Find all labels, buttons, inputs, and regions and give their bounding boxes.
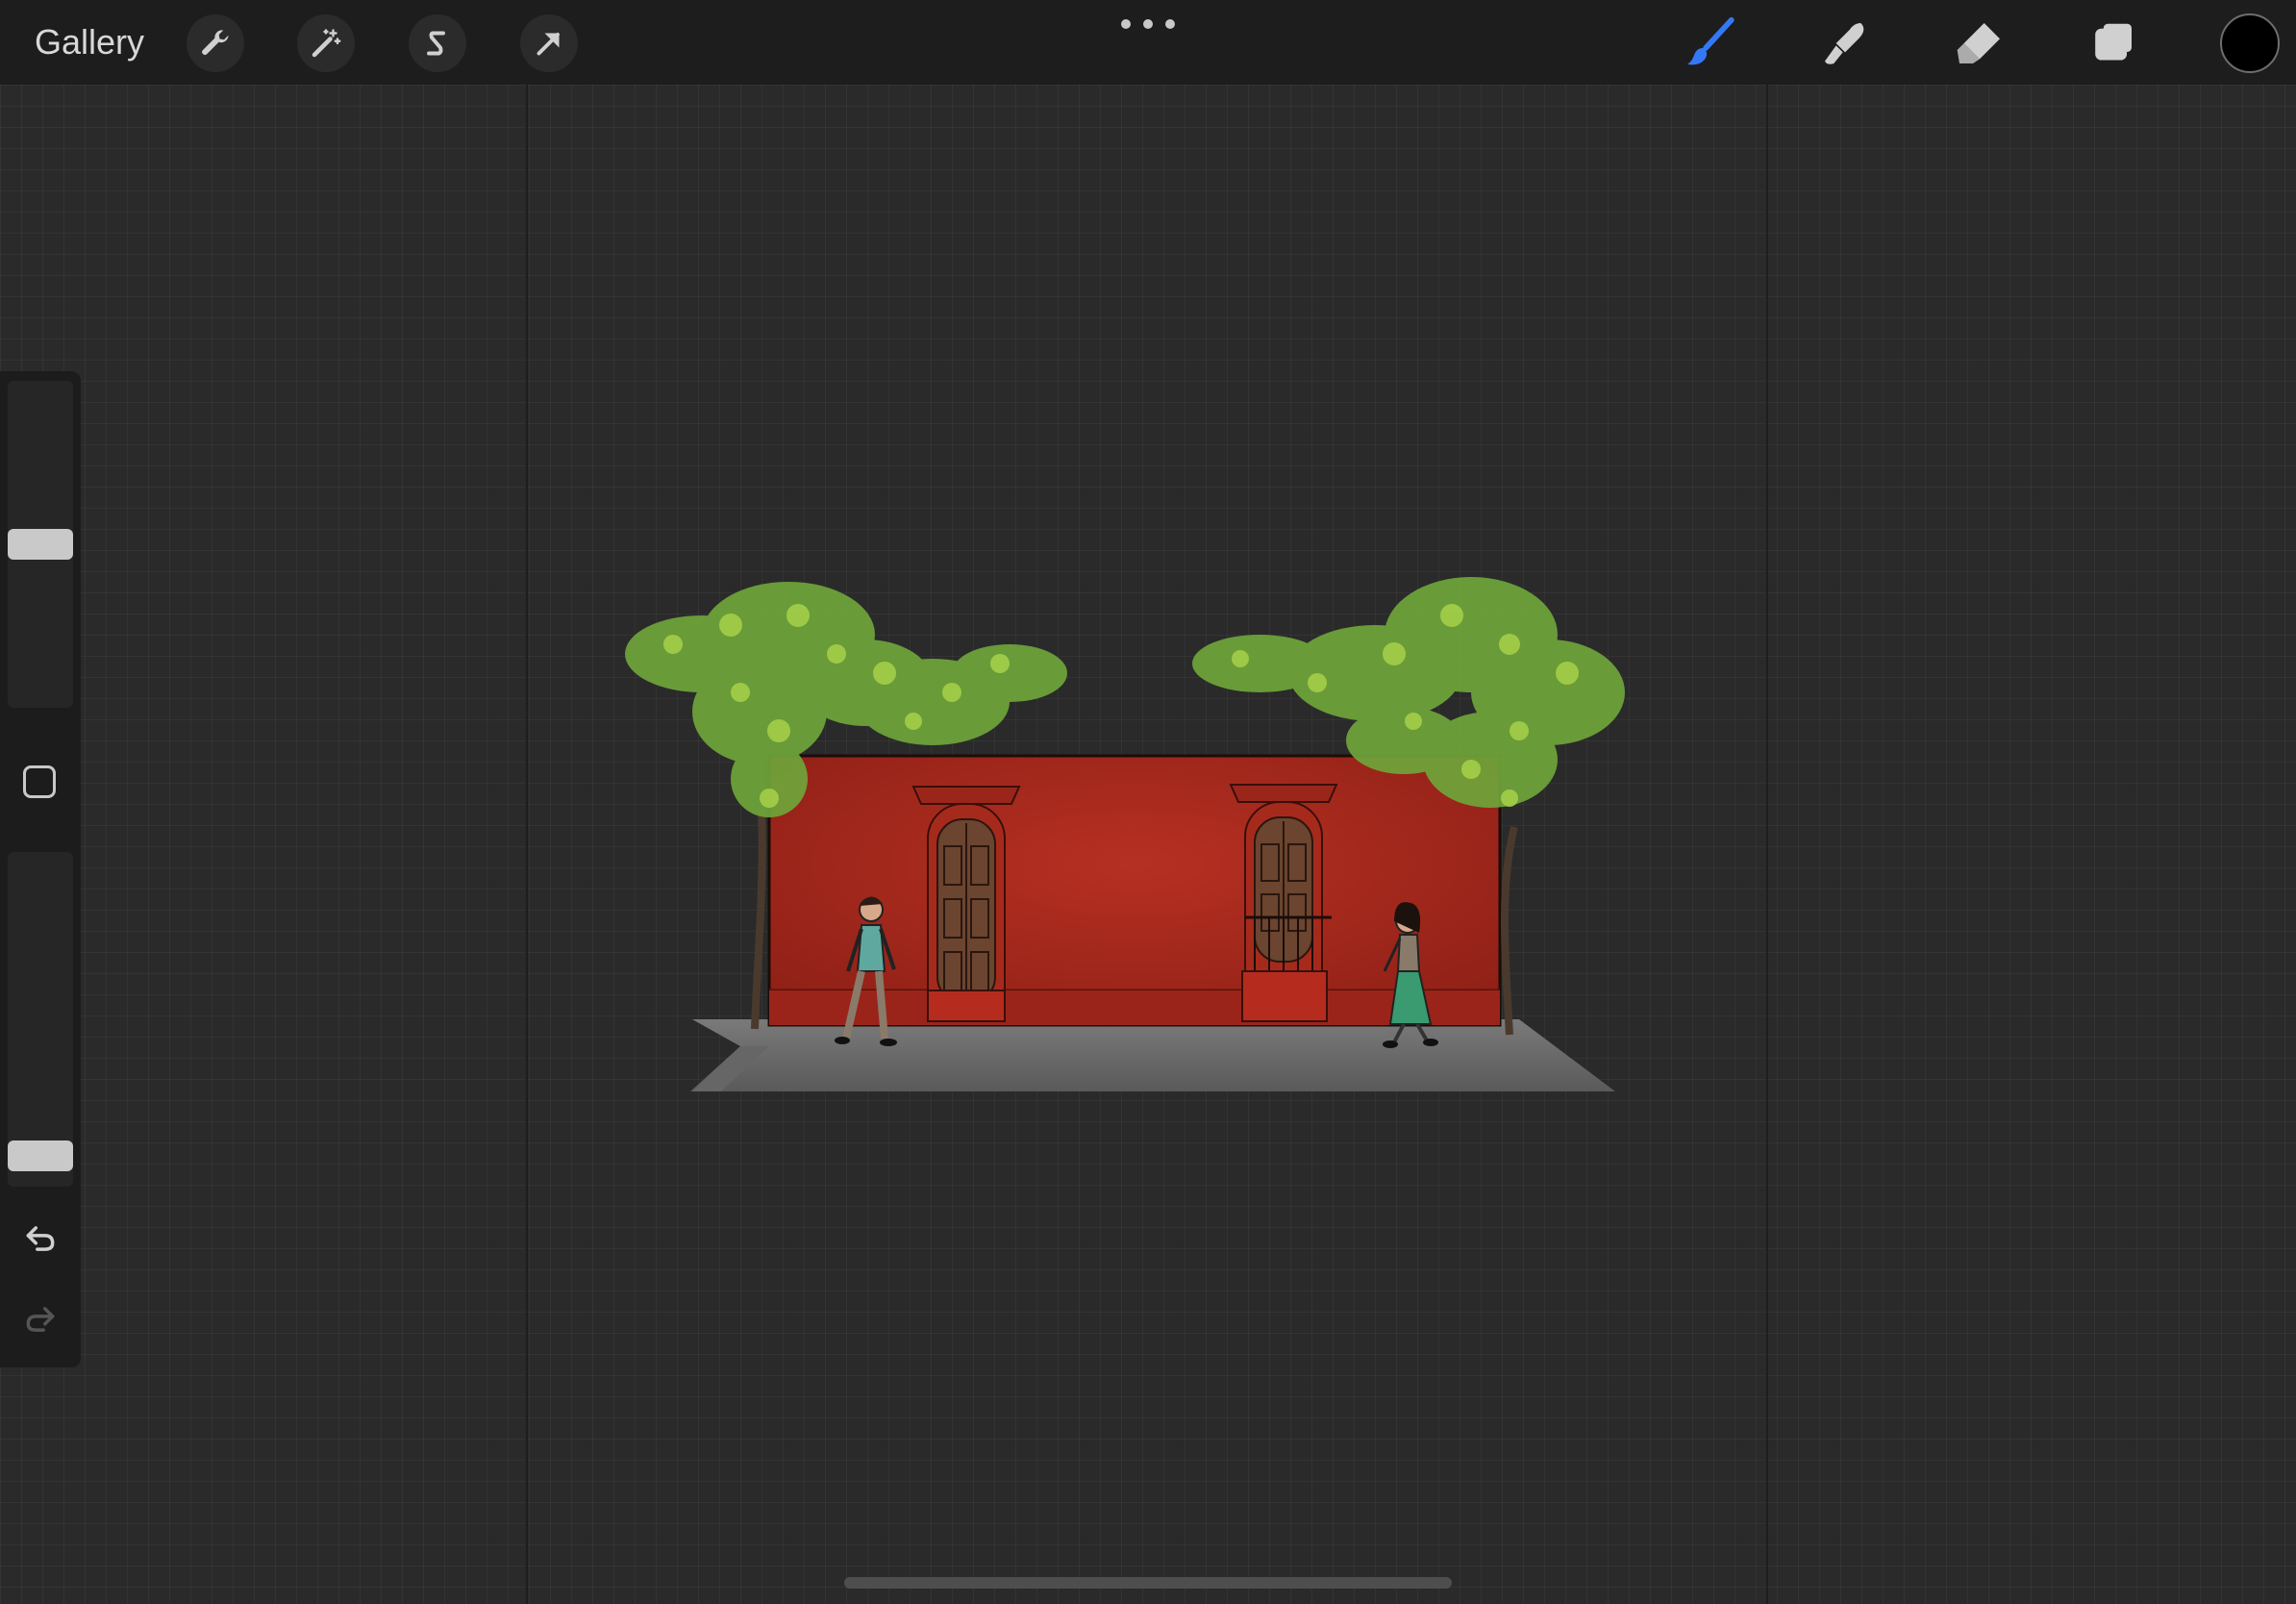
- sidewalk: [690, 1019, 1615, 1091]
- adjustments-button[interactable]: [297, 14, 355, 72]
- smudge-tool-button[interactable]: [1815, 13, 1875, 73]
- transform-arrow-icon: [537, 33, 560, 56]
- top-toolbar: Gallery: [0, 0, 2296, 85]
- dot-icon: [1121, 19, 1131, 29]
- undo-icon: [26, 1226, 55, 1251]
- dot-icon: [1143, 19, 1153, 29]
- gallery-button[interactable]: Gallery: [35, 19, 144, 65]
- opacity-slider[interactable]: [8, 852, 73, 1187]
- color-picker-button[interactable]: [2220, 13, 2280, 73]
- artwork: [625, 577, 1625, 1091]
- more-options-button[interactable]: [1121, 12, 1175, 37]
- transform-button[interactable]: [520, 14, 578, 72]
- opacity-thumb[interactable]: [8, 1140, 73, 1172]
- home-indicator[interactable]: [844, 1577, 1452, 1589]
- layers-icon: [2095, 23, 2132, 61]
- brush-size-thumb[interactable]: [8, 529, 73, 560]
- dot-icon: [1165, 19, 1175, 29]
- erase-tool-button[interactable]: [1950, 13, 2009, 73]
- selection-button[interactable]: [409, 14, 466, 72]
- selection-s-icon: [427, 31, 445, 56]
- magic-wand-icon: [312, 29, 341, 58]
- canvas-edge-right: [1766, 85, 1768, 1604]
- redo-icon: [26, 1307, 55, 1332]
- modify-button[interactable]: [23, 765, 56, 798]
- paint-tool-button[interactable]: [1681, 13, 1740, 73]
- layers-button[interactable]: [2084, 13, 2144, 73]
- redo-button[interactable]: [19, 1298, 62, 1341]
- canvas-edge-left: [526, 85, 528, 1604]
- brush-sidebar: [0, 371, 81, 1367]
- smudge-icon: [1825, 23, 1864, 64]
- wrench-icon: [202, 30, 229, 55]
- undo-button[interactable]: [19, 1217, 62, 1260]
- eraser-icon: [1957, 23, 2000, 63]
- actions-button[interactable]: [187, 14, 244, 72]
- brush-icon: [1686, 16, 1734, 65]
